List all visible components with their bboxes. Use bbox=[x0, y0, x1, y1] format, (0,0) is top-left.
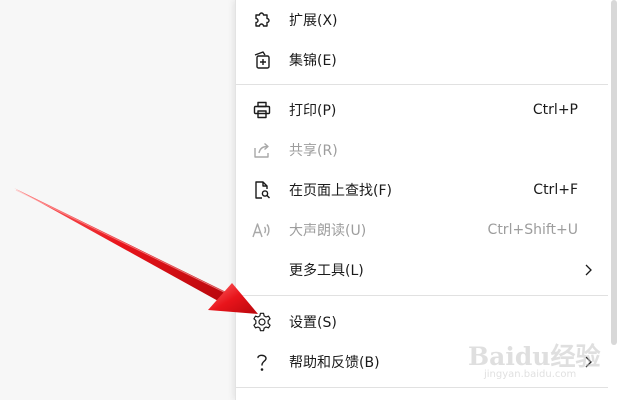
browser-page: 扩展(X) 集锦(E) 打印(P) Ctrl+P 共享(R) 在页面上查找(F)… bbox=[0, 0, 620, 400]
red-arrow-annotation bbox=[14, 188, 258, 314]
